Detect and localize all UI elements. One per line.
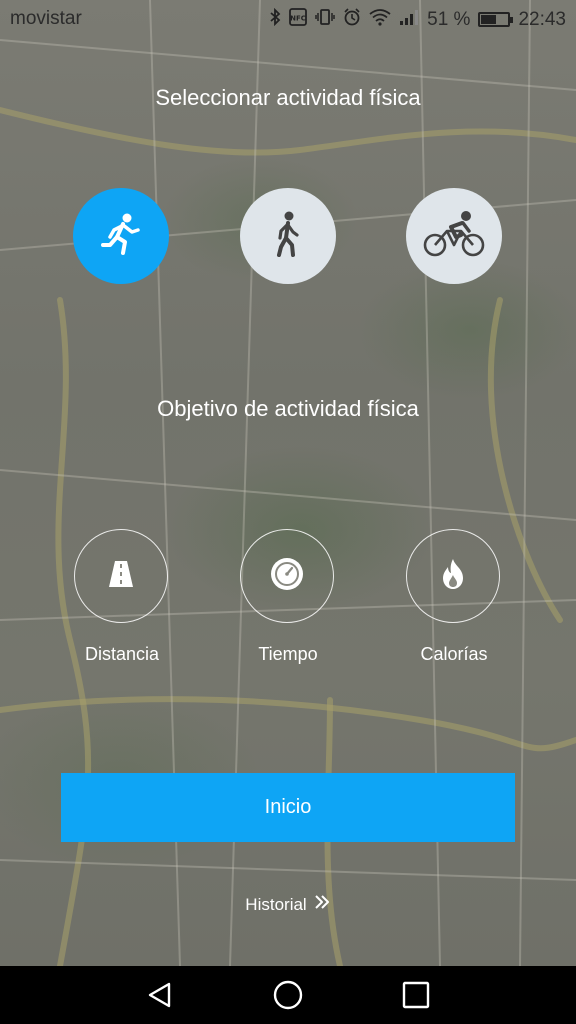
goal-time-label: Tiempo bbox=[258, 644, 318, 664]
battery-percent: 51 % bbox=[427, 8, 471, 30]
goal-distance-label: Distancia bbox=[84, 644, 160, 664]
back-icon[interactable] bbox=[145, 980, 175, 1010]
vibrate-icon bbox=[315, 8, 335, 31]
activity-running-button[interactable] bbox=[73, 188, 169, 284]
signal-icon bbox=[399, 8, 419, 31]
status-icons: NFC 51 % 22:43 bbox=[269, 7, 566, 31]
status-bar: movistar NFC 51 % 22:43 bbox=[0, 0, 576, 38]
walking-icon bbox=[265, 209, 311, 264]
alarm-icon bbox=[343, 8, 361, 31]
stopwatch-icon bbox=[269, 556, 305, 597]
flame-icon bbox=[438, 557, 468, 596]
start-button-label: Inicio bbox=[264, 796, 312, 818]
bluetooth-icon bbox=[269, 7, 281, 31]
carrier-name: movistar bbox=[10, 8, 82, 29]
goal-calories-button[interactable] bbox=[406, 529, 500, 623]
cycling-icon bbox=[421, 209, 487, 264]
goal-section-title: Objetivo de actividad física bbox=[157, 396, 419, 421]
recents-icon[interactable] bbox=[401, 980, 431, 1010]
goal-distance-button[interactable] bbox=[74, 529, 168, 623]
start-button[interactable]: Inicio bbox=[61, 773, 515, 842]
clock: 22:43 bbox=[518, 8, 566, 30]
road-icon bbox=[106, 559, 136, 594]
history-link-label: Historial bbox=[245, 894, 307, 914]
activity-walking-button[interactable] bbox=[240, 188, 336, 284]
goal-calories-label: Calorías bbox=[420, 644, 488, 664]
wifi-icon bbox=[369, 8, 391, 31]
svg-text:NFC: NFC bbox=[290, 15, 306, 23]
navigation-bar bbox=[0, 966, 576, 1024]
battery-fill bbox=[481, 15, 496, 24]
goal-time-button[interactable] bbox=[240, 529, 334, 623]
activity-section-title: Seleccionar actividad física bbox=[155, 85, 421, 110]
activity-cycling-button[interactable] bbox=[406, 188, 502, 284]
home-icon[interactable] bbox=[273, 980, 303, 1010]
double-chevron-right-icon bbox=[313, 893, 331, 916]
running-icon bbox=[96, 209, 146, 264]
nfc-icon: NFC bbox=[289, 8, 308, 31]
battery-icon bbox=[478, 12, 514, 27]
history-link[interactable]: Historial bbox=[0, 893, 576, 916]
